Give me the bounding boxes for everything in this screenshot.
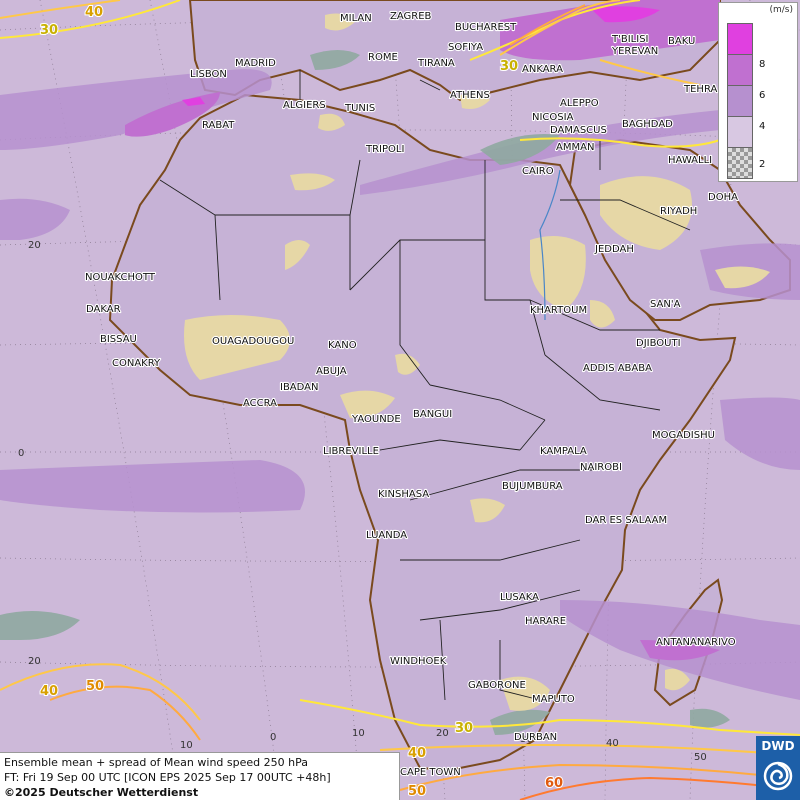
city-label: YAOUNDE	[351, 414, 401, 425]
city-label: BAGHDAD	[622, 119, 673, 130]
legend-swatch	[727, 85, 753, 117]
city-label: ATHENS	[450, 90, 490, 101]
city-label: CAIRO	[522, 166, 554, 177]
city-label: TUNIS	[344, 103, 375, 114]
city-label: TIRANA	[417, 58, 455, 69]
city-label: DAR ES SALAAM	[585, 515, 667, 526]
contour-label-50: 50	[86, 679, 104, 694]
city-label: AMMAN	[556, 142, 594, 153]
city-label: SAN'A	[650, 299, 681, 310]
contour-label-60: 60	[545, 776, 563, 791]
city-label: HAWALLI	[668, 155, 712, 166]
city-label: DOHA	[708, 192, 738, 203]
lon-label: 10	[352, 728, 365, 739]
city-label: ALGIERS	[283, 100, 326, 111]
city-label: BANGUI	[413, 409, 452, 420]
city-label: LUANDA	[366, 530, 407, 541]
city-label: LIBREVILLE	[323, 446, 379, 457]
wind-speed-map: 40 30 30 40 50 30 40 50 60 20 0 20 0 10 …	[0, 0, 800, 800]
city-label: LUSAKA	[500, 592, 539, 603]
city-label: TEHRA	[683, 84, 717, 95]
contour-label-30: 30	[455, 721, 473, 736]
lat-label: 0	[18, 448, 24, 459]
lon-label: 50	[694, 752, 707, 763]
contour-label-30: 30	[40, 23, 58, 38]
lon-label: 20	[436, 728, 449, 739]
lat-label: 20	[28, 656, 41, 667]
city-label: OUAGADOUGOU	[212, 336, 294, 347]
city-label: ANTANANARIVO	[656, 637, 736, 648]
city-label: KANO	[328, 340, 357, 351]
city-label: DURBAN	[514, 732, 557, 743]
contour-label-30: 30	[500, 59, 518, 74]
city-label: LISBON	[190, 69, 227, 80]
city-label: GABORONE	[468, 680, 526, 691]
legend-tick: 2	[759, 159, 766, 170]
city-label: YEREVAN	[611, 46, 658, 57]
city-label: ANKARA	[522, 64, 563, 75]
legend-tick: 6	[759, 90, 766, 101]
lon-label: 10	[180, 740, 193, 751]
city-label: NOUAKCHOTT	[85, 272, 156, 283]
legend-swatch	[727, 54, 753, 86]
city-label: ZAGREB	[390, 11, 432, 22]
city-label: NICOSIA	[532, 112, 574, 123]
lon-label: 0	[270, 732, 276, 743]
color-legend: (m/s) 8 6 4 2	[718, 2, 798, 182]
city-label: HARARE	[525, 616, 566, 627]
city-label: T'BILISI	[611, 34, 648, 45]
city-label: DAKAR	[86, 304, 121, 315]
city-label: MILAN	[340, 13, 372, 24]
city-label: KHARTOUM	[530, 305, 587, 316]
swirl-icon	[763, 761, 793, 791]
city-label: TRIPOLI	[365, 144, 404, 155]
city-label: RABAT	[202, 120, 235, 131]
city-label: ACCRA	[243, 398, 277, 409]
city-label: BUCHAREST	[455, 22, 517, 33]
contour-label-40: 40	[40, 684, 58, 699]
city-label: KAMPALA	[540, 446, 587, 457]
city-label: CONAKRY	[112, 358, 161, 369]
map-caption: Ensemble mean + spread of Mean wind spee…	[0, 752, 400, 800]
city-label: MOGADISHU	[652, 430, 715, 441]
city-label: NAIROBI	[580, 462, 622, 473]
legend-swatch	[727, 23, 753, 55]
caption-forecast-time: FT: Fri 19 Sep 00 UTC [ICON EPS 2025 Sep…	[4, 771, 331, 784]
city-label: DJIBOUTI	[636, 338, 681, 349]
city-label: ALEPPO	[560, 98, 599, 109]
legend-swatch-low	[727, 147, 753, 179]
contour-label-40: 40	[408, 746, 426, 761]
city-label: DAMASCUS	[550, 125, 607, 136]
legend-tick: 4	[759, 121, 766, 132]
dwd-logo-text: DWD	[761, 739, 795, 753]
caption-title: Ensemble mean + spread of Mean wind spee…	[4, 756, 308, 769]
city-label: RIYADH	[660, 206, 697, 217]
city-label: BISSAU	[100, 334, 137, 345]
city-label: BAKU	[668, 36, 695, 47]
caption-copyright: ©2025 Deutscher Wetterdienst	[4, 786, 199, 799]
city-label: ABUJA	[316, 366, 347, 377]
city-label: SOFIYA	[448, 42, 483, 53]
city-label: MADRID	[235, 58, 276, 69]
lon-label: 40	[606, 738, 619, 749]
city-label: KINSHASA	[378, 489, 429, 500]
dwd-logo: DWD	[756, 736, 800, 800]
city-label: IBADAN	[280, 382, 319, 393]
city-label: JEDDAH	[594, 244, 634, 255]
legend-unit: (m/s)	[769, 5, 793, 15]
city-label: WINDHOEK	[390, 656, 447, 667]
city-label: MAPUTO	[532, 694, 575, 705]
city-label: CAPE TOWN	[400, 767, 461, 778]
lat-label: 20	[28, 240, 41, 251]
contour-label-40: 40	[85, 5, 103, 20]
contour-label-50: 50	[408, 784, 426, 799]
city-label: BUJUMBURA	[502, 481, 563, 492]
legend-swatch	[727, 116, 753, 148]
city-label: ROME	[368, 52, 398, 63]
city-label: ADDIS ABABA	[583, 363, 652, 374]
legend-tick: 8	[759, 59, 766, 70]
